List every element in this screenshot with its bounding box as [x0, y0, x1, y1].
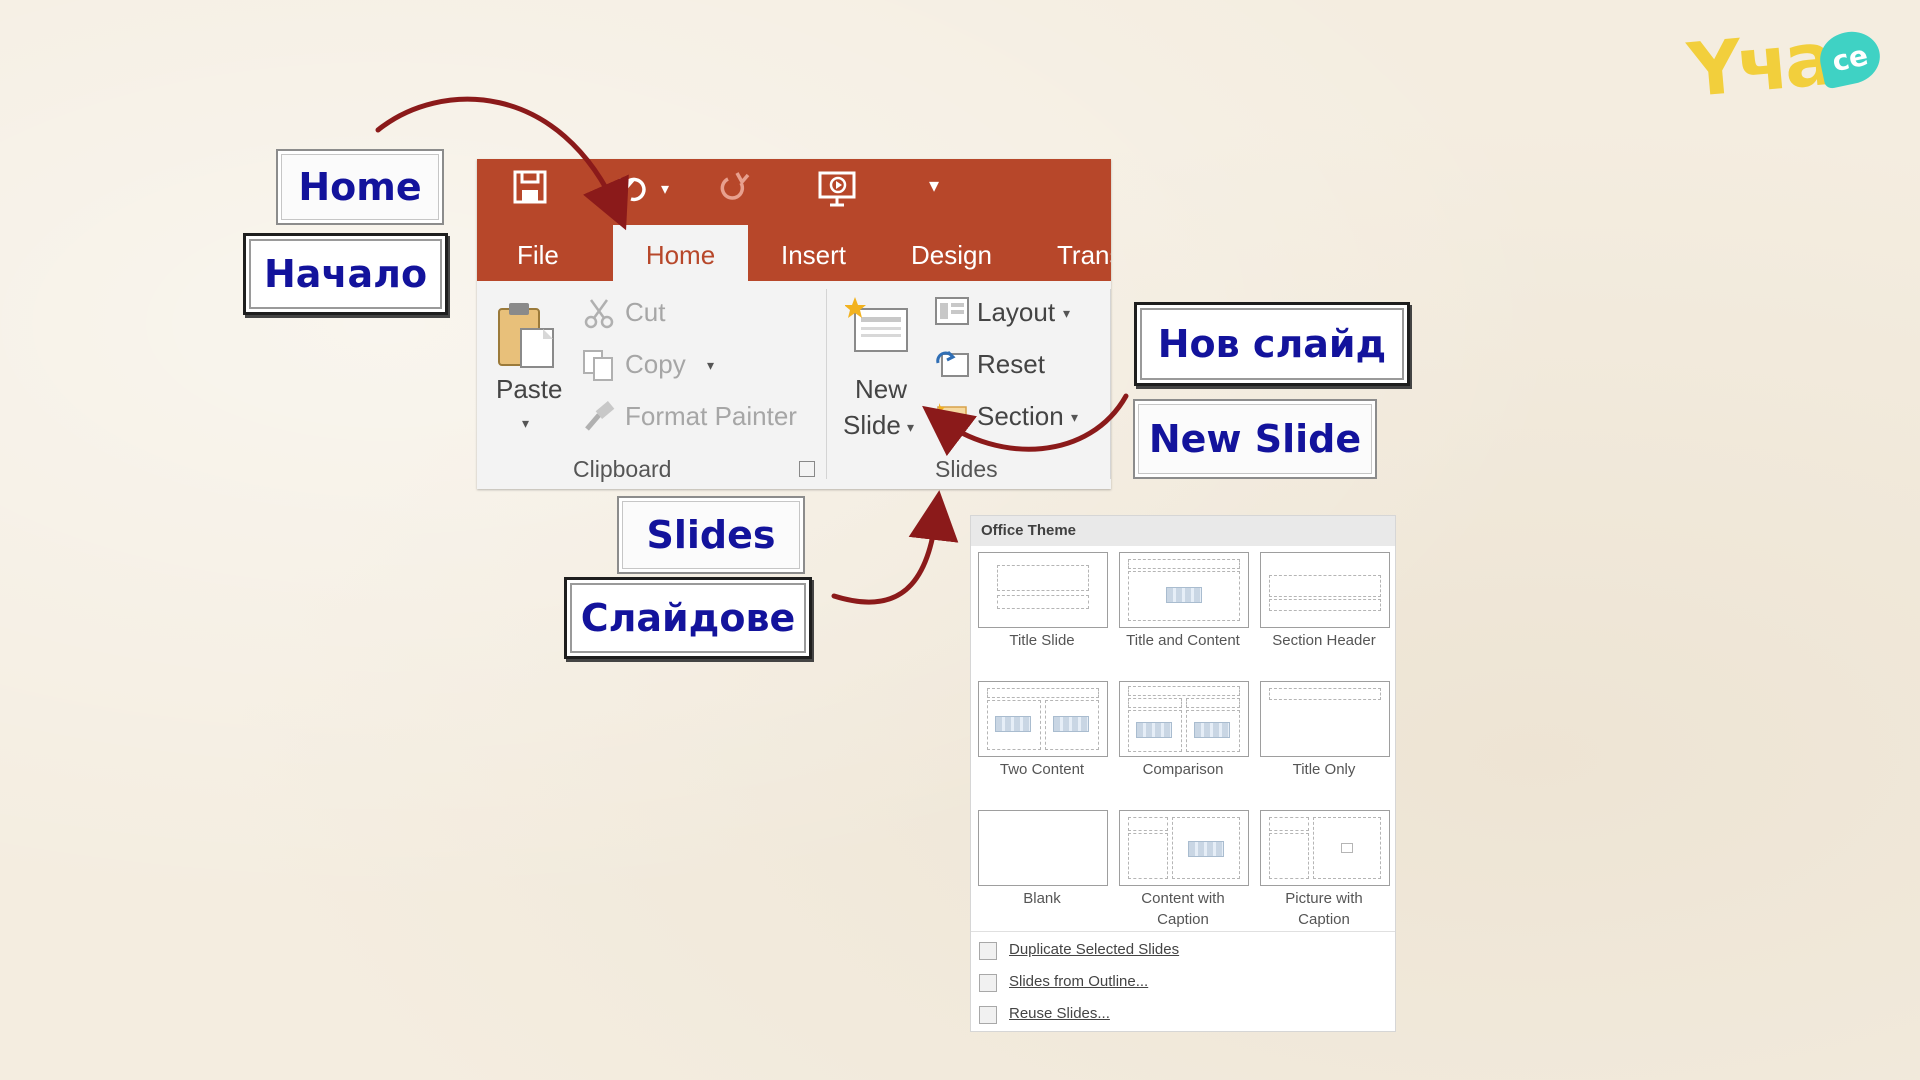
new-slide-dropdown-icon[interactable]: ▾ [907, 419, 914, 436]
reuse-slides-item[interactable]: Reuse Slides... [971, 1000, 1395, 1030]
layout-title-slide[interactable]: Title Slide [976, 552, 1108, 674]
layout-name: Section Header [1272, 632, 1376, 649]
office-theme-header-label: Office Theme [981, 522, 1077, 539]
tab-transitions[interactable]: Trans [1057, 225, 1111, 281]
format-painter-icon[interactable] [583, 401, 617, 435]
section-button[interactable]: Section [977, 401, 1064, 432]
new-slide-label-new[interactable]: New [855, 374, 907, 405]
layout-thumbnail [978, 810, 1108, 886]
layout-thumbnail [1119, 681, 1249, 757]
quick-access-toolbar: ▾ ▾ [477, 159, 1111, 225]
layout-content-with-caption[interactable]: Content with Caption [1117, 810, 1249, 932]
menu-item-label: Reuse Slides... [1009, 1005, 1110, 1022]
reuse-slides-icon [979, 1006, 997, 1024]
copy-dropdown-icon[interactable]: ▾ [707, 357, 714, 374]
callout-slides-bg: Слайдове [564, 577, 812, 659]
layout-name: Title and Content [1126, 632, 1240, 649]
section-dropdown-icon[interactable]: ▾ [1071, 409, 1078, 426]
redo-icon[interactable] [717, 169, 753, 213]
callout-new-slide-en: New Slide [1133, 399, 1377, 479]
powerpoint-ribbon: ▾ ▾ File Home Insert Design Trans Paste … [477, 159, 1111, 489]
callout-slides-en: Slides [617, 496, 805, 574]
slides-from-outline-item[interactable]: Slides from Outline... [971, 968, 1395, 998]
tab-design[interactable]: Design [911, 225, 992, 281]
new-slide-icon[interactable] [844, 295, 911, 355]
undo-icon[interactable] [617, 169, 653, 213]
layout-section-header[interactable]: Section Header [1258, 552, 1390, 674]
paste-icon[interactable] [495, 299, 555, 379]
duplicate-selected-slides-item[interactable]: Duplicate Selected Slides [971, 936, 1395, 966]
menu-item-label: Duplicate Selected Slides [1009, 941, 1180, 958]
layout-thumbnail [1119, 810, 1249, 886]
layout-thumbnail [978, 552, 1108, 628]
layout-thumbnail [1260, 552, 1390, 628]
logo-badge-text: ce [1829, 38, 1871, 79]
tab-file[interactable]: File [517, 225, 577, 281]
outline-icon [979, 974, 997, 992]
ribbon-tabs: File Home Insert Design Trans [477, 225, 1111, 281]
save-icon[interactable] [513, 169, 553, 213]
clipboard-group-label: Clipboard [573, 456, 672, 482]
layout-comparison[interactable]: Comparison [1117, 681, 1249, 803]
paste-label[interactable]: Paste [496, 374, 563, 405]
callout-new-slide-bg: Нов слайд [1134, 302, 1410, 386]
layout-name: Blank [1023, 890, 1061, 907]
format-painter-button[interactable]: Format Painter [625, 401, 797, 432]
reset-icon[interactable] [935, 349, 969, 379]
cut-button[interactable]: Cut [625, 297, 665, 328]
layout-name: Content with Caption [1141, 890, 1225, 928]
duplicate-slides-icon [979, 942, 997, 960]
layout-title-only[interactable]: Title Only [1258, 681, 1390, 803]
arrow-to-slides-group [831, 490, 959, 605]
logo-word: Yча [1684, 15, 1834, 115]
menu-item-label: Slides from Outline... [1009, 973, 1149, 990]
slides-group-label: Slides [935, 456, 998, 482]
paste-dropdown-icon[interactable]: ▾ [522, 415, 529, 432]
undo-dropdown-icon[interactable]: ▾ [661, 179, 669, 223]
layout-blank[interactable]: Blank [976, 810, 1108, 932]
layout-thumbnail [1260, 681, 1390, 757]
layout-thumbnail [1260, 810, 1390, 886]
layout-two-content[interactable]: Two Content [976, 681, 1108, 803]
group-separator [826, 289, 827, 479]
clipboard-launcher-icon[interactable] [799, 461, 815, 477]
tab-insert[interactable]: Insert [781, 225, 846, 281]
layout-button[interactable]: Layout [977, 297, 1055, 328]
start-presentation-icon[interactable] [817, 169, 857, 213]
section-icon[interactable] [935, 401, 969, 431]
new-slide-dropdown: Office Theme Title Slide Title and Conte… [970, 515, 1396, 1032]
layout-name: Title Slide [1009, 632, 1075, 649]
cut-icon[interactable] [583, 297, 617, 331]
layout-name: Title Only [1292, 761, 1356, 778]
callout-home-bg: Начало [243, 233, 448, 315]
menu-divider [971, 931, 1395, 932]
copy-icon[interactable] [581, 349, 615, 383]
office-theme-header: Office Theme [971, 516, 1395, 546]
layout-icon[interactable] [935, 297, 969, 327]
reset-button[interactable]: Reset [977, 349, 1045, 380]
layout-title-and-content[interactable]: Title and Content [1117, 552, 1249, 674]
customize-toolbar-icon[interactable]: ▾ [929, 173, 939, 217]
group-separator [1110, 289, 1111, 479]
layout-name: Comparison [1142, 761, 1224, 778]
layout-thumbnail [1119, 552, 1249, 628]
layout-picture-with-caption[interactable]: Picture with Caption [1258, 810, 1390, 932]
layout-thumbnail [978, 681, 1108, 757]
copy-button[interactable]: Copy [625, 349, 686, 380]
layout-dropdown-icon[interactable]: ▾ [1063, 305, 1070, 322]
callout-home-en: Home [276, 149, 444, 225]
layout-name: Two Content [999, 761, 1085, 778]
yuchase-logo: Yча ce [1685, 16, 1894, 114]
layout-name: Picture with Caption [1285, 890, 1363, 928]
new-slide-label-slide[interactable]: Slide [843, 410, 901, 441]
tab-home[interactable]: Home [613, 225, 748, 281]
